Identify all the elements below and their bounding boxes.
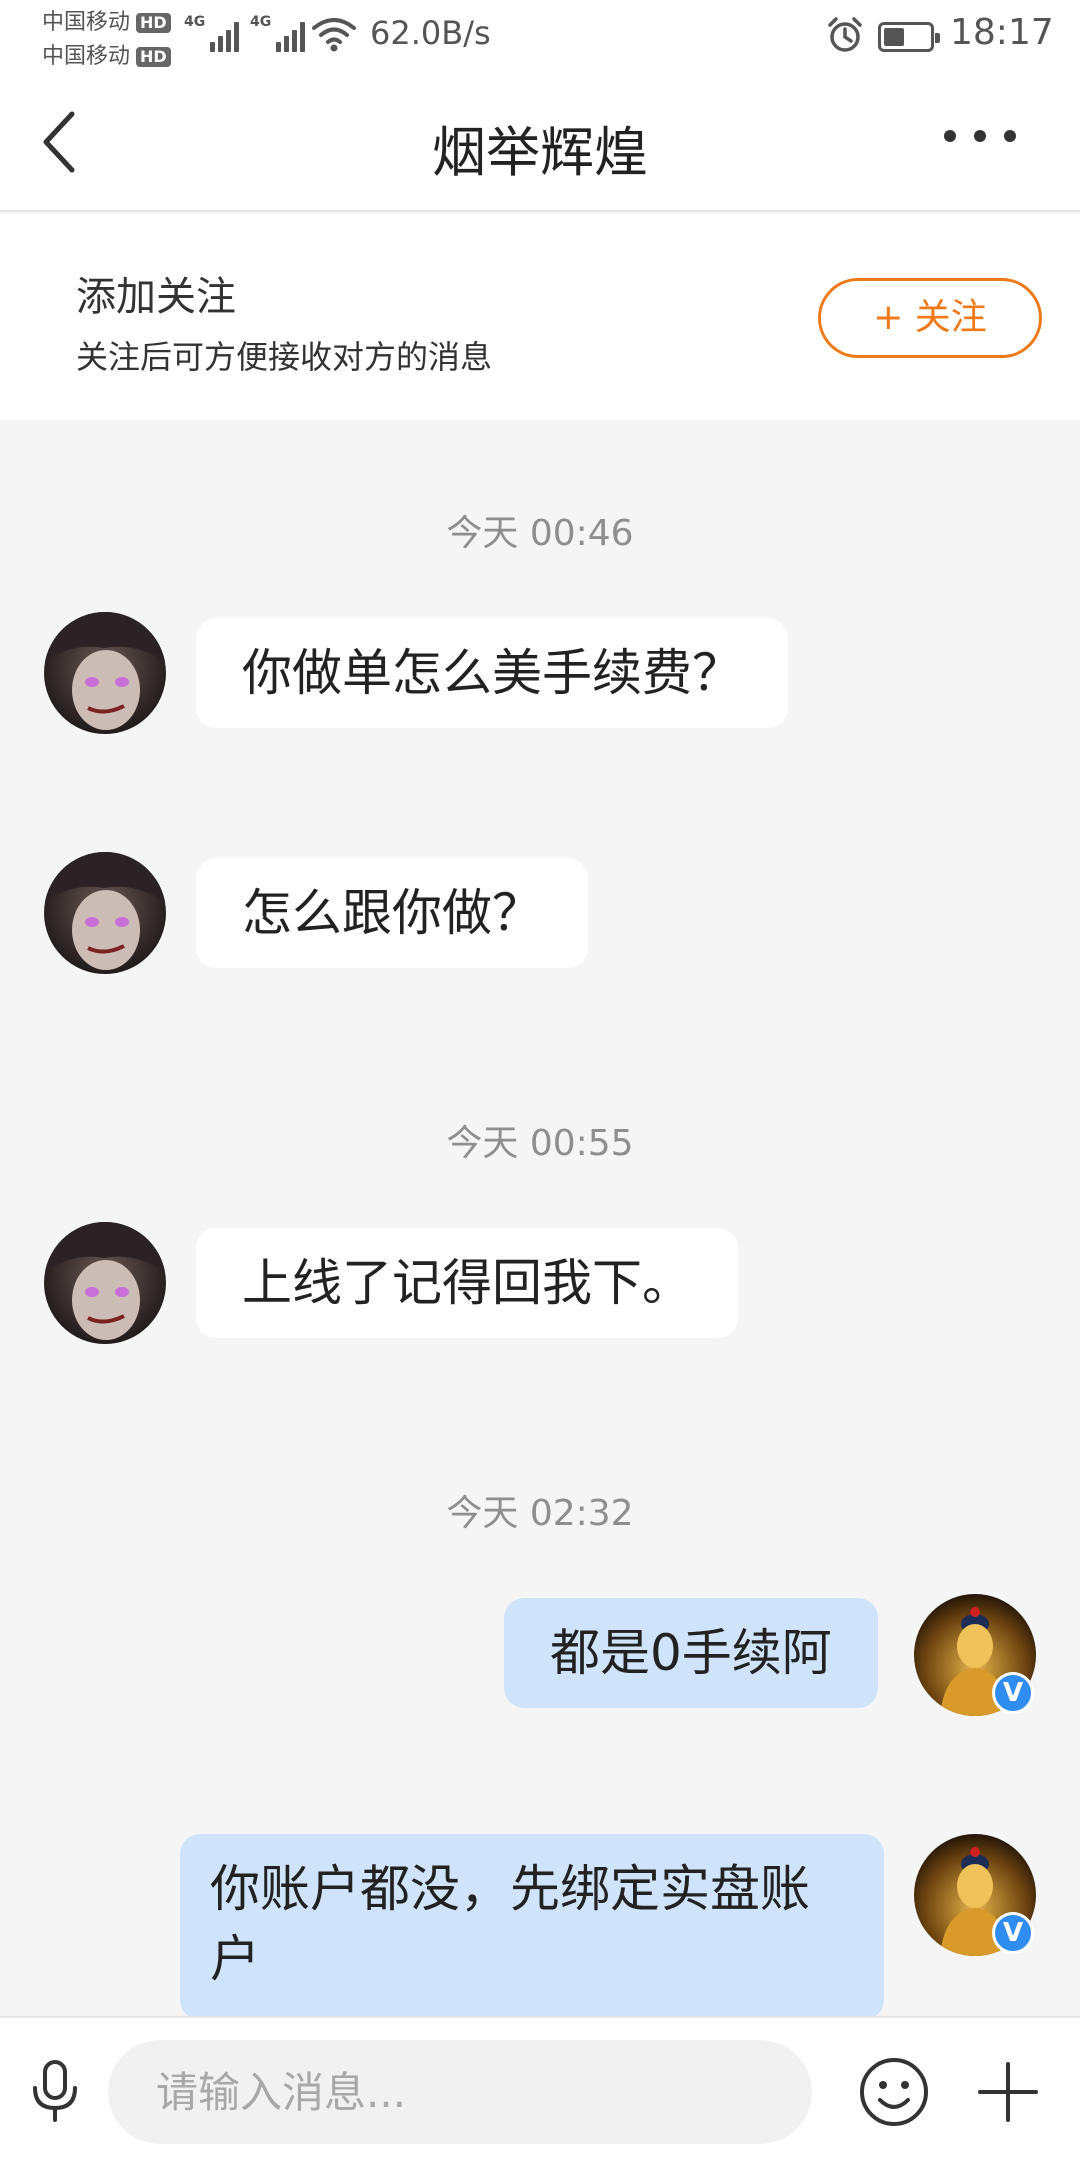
incoming-message-bubble[interactable]: 上线了记得回我下。	[196, 1228, 738, 1338]
message-timestamp: 今天 00:46	[446, 513, 634, 554]
emoji-button[interactable]	[858, 2056, 930, 2132]
message-input[interactable]	[108, 2040, 812, 2144]
plus-icon	[978, 2062, 1038, 2122]
carrier-name-1: 中国移动	[42, 10, 131, 35]
carrier-name-2: 中国移动	[42, 44, 131, 69]
voice-button[interactable]	[28, 2058, 82, 2126]
message-timestamp: 今天 02:32	[446, 1493, 634, 1534]
battery-icon	[878, 22, 940, 52]
outgoing-message-bubble[interactable]: 都是0手续阿	[504, 1598, 878, 1708]
emoji-icon	[860, 2058, 928, 2126]
incoming-message-bubble[interactable]: 怎么跟你做？	[196, 858, 588, 968]
contact-avatar[interactable]	[44, 852, 166, 974]
message-input-bar	[0, 2016, 1080, 2160]
more-options-button[interactable]	[944, 130, 1016, 142]
page-title: 烟举辉煌	[432, 121, 648, 184]
chat-header: 烟举辉煌	[0, 72, 1080, 212]
more-dots-icon	[944, 130, 956, 142]
net-speed: 62.0B/s	[370, 14, 491, 52]
alarm-icon	[826, 16, 864, 58]
clock: 18:17	[950, 12, 1054, 53]
microphone-icon	[33, 2060, 77, 2122]
network-type-label-1: 4G	[184, 14, 206, 30]
hd-badge-2: HD	[136, 47, 171, 67]
message-timestamp: 今天 00:55	[446, 1123, 634, 1164]
hd-badge-1: HD	[136, 13, 171, 33]
follow-title: 添加关注	[76, 274, 236, 320]
carrier-info: 中国移动 HD 中国移动 HD	[42, 6, 171, 74]
network-type-label-2: 4G	[250, 14, 272, 30]
plus-button[interactable]	[978, 2062, 1038, 2126]
verified-badge-icon: V	[992, 1672, 1034, 1714]
incoming-message-bubble[interactable]: 你做单怎么美手续费？	[196, 618, 788, 728]
follow-button[interactable]: + 关注	[818, 278, 1042, 358]
verified-badge-icon: V	[992, 1912, 1034, 1954]
contact-avatar[interactable]	[44, 612, 166, 734]
chat-screen: 中国移动 HD 中国移动 HD 4G 4G 62.0B/s 18:17 烟举辉煌…	[0, 0, 1080, 2160]
signal-icon-2: 4G	[250, 14, 306, 52]
follow-banner: 添加关注 关注后可方便接收对方的消息 + 关注	[0, 214, 1080, 420]
follow-subtitle: 关注后可方便接收对方的消息	[76, 338, 493, 376]
outgoing-message-bubble[interactable]: 你账户都没，先绑定实盘账户	[180, 1834, 884, 2020]
contact-avatar[interactable]	[44, 1222, 166, 1344]
wifi-icon	[312, 18, 356, 56]
status-bar: 中国移动 HD 中国移动 HD 4G 4G 62.0B/s 18:17	[0, 0, 1080, 72]
signal-icon-1: 4G	[184, 14, 240, 52]
